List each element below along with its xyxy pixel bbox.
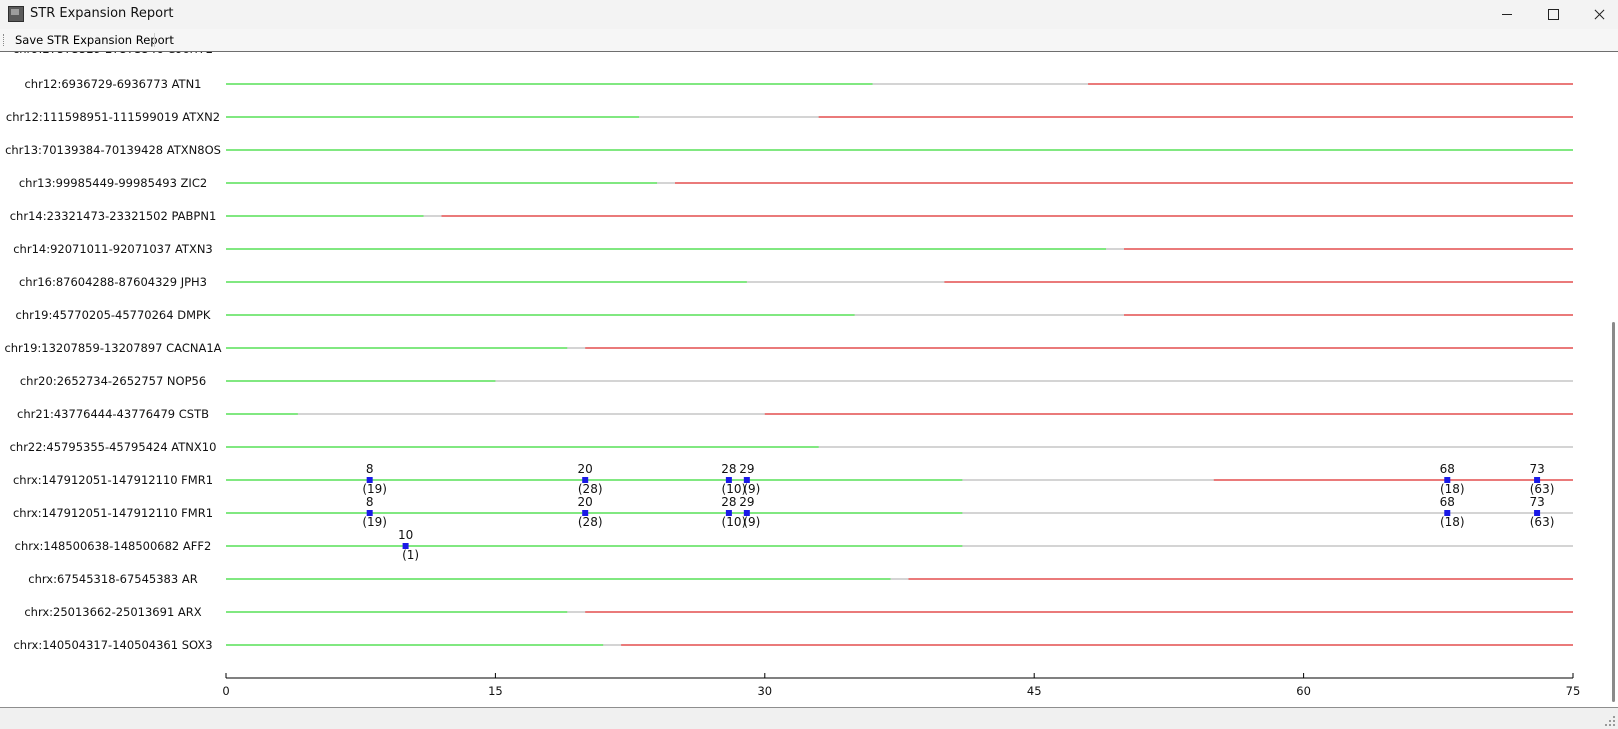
status-bar: [0, 708, 1618, 729]
locus-label: chr20:2652734-2652757 NOP56: [20, 374, 206, 388]
allele-length-label: 8: [366, 462, 374, 476]
locus-label: chr14:92071011-92071037 ATXN3: [13, 242, 213, 256]
resize-grip-icon[interactable]: [1605, 716, 1615, 726]
locus-label: chrx:147912051-147912110 FMR1: [13, 506, 213, 520]
x-axis-tick-label: 60: [1296, 684, 1311, 698]
allele-length-label: 68: [1440, 462, 1455, 476]
locus-label: chr19:45770205-45770264 DMPK: [16, 308, 211, 322]
locus-label: chr13:99985449-99985493 ZIC2: [19, 176, 207, 190]
toolbar: Save STR Expansion Report: [0, 29, 1618, 52]
allele-length-label: 73: [1529, 495, 1544, 509]
locus-label: chrx:140504317-140504361 SOX3: [13, 638, 212, 652]
allele-length-label: 10: [398, 528, 413, 542]
allele-count-label: (28): [578, 482, 603, 496]
allele-count-label: (28): [578, 515, 603, 529]
partial-row-label: chr9:27573529-27573546 C9orf72: [13, 52, 213, 56]
locus-label: chr12:111598951-111599019 ATXN2: [6, 110, 220, 124]
locus-label: chr19:13207859-13207897 CACNA1A: [4, 341, 221, 355]
allele-length-label: 73: [1529, 462, 1544, 476]
allele-length-label: 28: [721, 495, 736, 509]
locus-label: chrx:148500638-148500682 AFF2: [15, 539, 212, 553]
vertical-scrollbar[interactable]: [1611, 52, 1616, 708]
x-axis-tick-label: 15: [488, 684, 503, 698]
locus-label: chr22:45795355-45795424 ATNX10: [10, 440, 217, 454]
window-title: STR Expansion Report: [30, 6, 174, 21]
allele-count-label: (63): [1530, 515, 1555, 529]
toolbar-separator: [154, 33, 155, 47]
minimize-icon[interactable]: [1484, 0, 1530, 29]
locus-label: chr16:87604288-87604329 JPH3: [19, 275, 207, 289]
locus-label: chr14:23321473-23321502 PABPN1: [10, 209, 217, 223]
allele-length-label: 29: [739, 462, 754, 476]
allele-count-label: (19): [362, 515, 387, 529]
locus-label: chrx:67545318-67545383 AR: [28, 572, 197, 586]
allele-count-label: (19): [362, 482, 387, 496]
allele-count-label: (1): [402, 548, 419, 562]
x-axis-tick-label: 30: [757, 684, 772, 698]
plot-area[interactable]: chr9:27573529-27573546 C9orf72 chr12:6936…: [0, 51, 1618, 708]
allele-length-label: 20: [578, 495, 593, 509]
x-axis-tick-label: 75: [1566, 684, 1581, 698]
allele-length-label: 8: [366, 495, 374, 509]
maximize-icon[interactable]: [1530, 0, 1576, 29]
allele-length-label: 29: [739, 495, 754, 509]
allele-count-label: (9): [743, 482, 760, 496]
toolbar-grip[interactable]: [3, 34, 6, 46]
x-axis-tick-label: 45: [1027, 684, 1042, 698]
scrollbar-thumb[interactable]: [1612, 322, 1615, 702]
allele-count-label: (9): [743, 515, 760, 529]
locus-label: chrx:147912051-147912110 FMR1: [13, 473, 213, 487]
allele-length-label: 28: [721, 462, 736, 476]
allele-length-label: 20: [578, 462, 593, 476]
locus-label: chrx:25013662-25013691 ARX: [24, 605, 201, 619]
locus-label: chr12:6936729-6936773 ATN1: [24, 77, 201, 91]
allele-count-label: (18): [1440, 515, 1465, 529]
allele-count-label: (18): [1440, 482, 1465, 496]
locus-label: chr21:43776444-43776479 CSTB: [17, 407, 209, 421]
title-bar: STR Expansion Report: [0, 0, 1618, 29]
allele-length-label: 68: [1440, 495, 1455, 509]
close-icon[interactable]: [1576, 0, 1618, 29]
str-expansion-chart: chr9:27573529-27573546 C9orf72 chr12:6936…: [4, 52, 1581, 698]
x-axis-tick-label: 0: [222, 684, 229, 698]
allele-count-label: (63): [1530, 482, 1555, 496]
app-icon: [8, 6, 24, 22]
locus-label: chr13:70139384-70139428 ATXN8OS: [5, 143, 221, 157]
